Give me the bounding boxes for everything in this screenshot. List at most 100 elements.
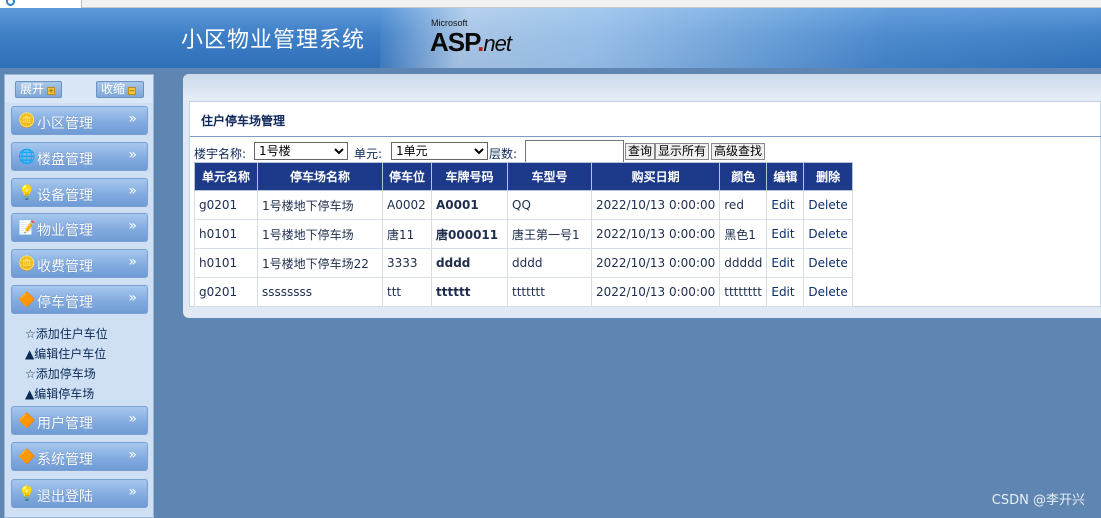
building-select[interactable]: 1号楼	[254, 142, 348, 160]
cell-unit-name: g0201	[194, 277, 258, 307]
shapes-icon: 🔶	[18, 413, 36, 429]
cell-space: 唐11	[381, 219, 433, 249]
sidebar-item-community[interactable]: 🪙 小区管理 »	[11, 106, 148, 135]
double-chevron-icon: »	[128, 254, 137, 270]
col-unit-name: 单元名称	[194, 162, 258, 191]
submenu-edit-parking-lot[interactable]: ▲编辑停车场	[25, 384, 108, 404]
edit-link[interactable]: Edit	[766, 248, 805, 278]
col-delete: 删除	[803, 162, 853, 191]
double-chevron-icon: »	[128, 411, 137, 427]
minus-icon: −	[128, 87, 137, 95]
system-title: 小区物业管理系统	[181, 28, 366, 53]
table-row: g0201 ssssssss ttt tttttt ttttttt 2022/1…	[194, 277, 853, 307]
delete-link[interactable]: Delete	[803, 277, 853, 307]
globe-icon: 🌐	[18, 149, 36, 165]
cell-purchase-date: 2022/10/13 0:00:00	[591, 277, 721, 307]
double-chevron-icon: »	[128, 447, 137, 463]
col-purchase-date: 购买日期	[591, 162, 721, 191]
coin-icon: 🪙	[18, 256, 36, 272]
expand-button[interactable]: 展开 +	[15, 81, 62, 98]
sidebar-item-fees[interactable]: 🪙 收费管理 »	[11, 249, 148, 278]
edit-link[interactable]: Edit	[766, 277, 805, 307]
submenu-edit-resident-space[interactable]: ▲编辑住户车位	[25, 344, 108, 364]
submenu-add-resident-space[interactable]: ☆添加住户车位	[25, 324, 108, 344]
advanced-search-button[interactable]: 高级查找	[711, 143, 766, 160]
page-title: 住户停车场管理	[201, 114, 286, 128]
sidebar-item-label: 设备管理	[37, 188, 93, 204]
aspnet-logo: Microsoft ASP.net	[430, 18, 530, 62]
col-plate: 车牌号码	[431, 162, 509, 191]
parking-table: 单元名称 停车场名称 停车位 车牌号码 车型号 购买日期 颜色 编辑 删除 g0…	[194, 162, 853, 307]
cell-color: tttttttt	[719, 277, 768, 307]
table-row: h0101 1号楼地下停车场 唐11 唐000011 唐王第一号1 2022/1…	[194, 219, 853, 249]
cell-space: A0002	[381, 190, 433, 220]
floor-input[interactable]	[525, 140, 624, 164]
sidebar-item-label: 系统管理	[37, 452, 93, 468]
cell-plate: A0001	[431, 190, 509, 220]
plus-icon: +	[47, 87, 56, 95]
watermark: CSDN @李开兴	[991, 493, 1085, 508]
double-chevron-icon: »	[128, 183, 137, 199]
shapes-icon: 🔶	[18, 449, 36, 465]
sidebar: 展开 + 收缩 − 🪙 小区管理 » 🌐 楼盘管理 » 💡 设备管理 » 📝 物业管…	[4, 74, 154, 518]
query-button[interactable]: 查询	[625, 143, 656, 160]
sidebar-item-parking[interactable]: 🔶 停车管理 »	[11, 285, 148, 314]
col-edit: 编辑	[766, 162, 805, 191]
double-chevron-icon: »	[128, 111, 137, 127]
cell-color: red	[719, 190, 768, 220]
floor-label: 层数:	[489, 147, 518, 161]
parking-submenu: ☆添加住户车位 ▲编辑住户车位 ☆添加停车场 ▲编辑停车场	[25, 324, 108, 404]
sidebar-item-label: 用户管理	[37, 416, 93, 432]
sidebar-item-system[interactable]: 🔶 系统管理 »	[11, 442, 148, 471]
sidebar-item-label: 小区管理	[37, 116, 93, 132]
cell-lot-name: 1号楼地下停车场	[257, 190, 383, 220]
edit-link[interactable]: Edit	[766, 190, 805, 220]
unit-select[interactable]: 1单元	[391, 142, 488, 160]
sidebar-item-buildings[interactable]: 🌐 楼盘管理 »	[11, 142, 148, 171]
panel-header-band	[183, 74, 1101, 100]
double-chevron-icon: »	[128, 484, 137, 500]
browser-tab-strip	[0, 0, 1101, 8]
sidebar-item-logout[interactable]: 💡 退出登陆 »	[11, 479, 148, 508]
browser-tab[interactable]	[0, 0, 82, 8]
cell-plate: 唐000011	[431, 219, 509, 249]
double-chevron-icon: »	[128, 147, 137, 163]
sidebar-item-label: 停车管理	[37, 295, 93, 311]
cell-color: 黑色1	[719, 219, 768, 249]
content-area: 住户停车场管理 楼宇名称: 1号楼 单元: 1单元 层数: 查询 显示所有 高级…	[189, 101, 1101, 307]
sidebar-toolbar: 展开 + 收缩 −	[5, 75, 153, 103]
unit-label: 单元:	[354, 147, 383, 161]
sidebar-item-label: 收费管理	[37, 259, 93, 275]
edit-link[interactable]: Edit	[766, 219, 805, 249]
cell-lot-name: 1号楼地下停车场22	[257, 248, 383, 278]
cell-model: dddd	[507, 248, 593, 278]
lightbulb-icon: 💡	[18, 185, 36, 201]
sidebar-item-users[interactable]: 🔶 用户管理 »	[11, 406, 148, 435]
sidebar-item-label: 楼盘管理	[37, 152, 93, 168]
submenu-add-parking-lot[interactable]: ☆添加停车场	[25, 364, 108, 384]
col-color: 颜色	[719, 162, 768, 191]
collapse-button[interactable]: 收缩 −	[96, 81, 144, 98]
show-all-button[interactable]: 显示所有	[655, 143, 710, 160]
edit-doc-icon: 📝	[18, 220, 36, 236]
table-row: h0101 1号楼地下停车场22 3333 dddd dddd 2022/10/…	[194, 248, 853, 278]
cell-unit-name: h0101	[194, 248, 258, 278]
logo-asp-text: ASP.net	[430, 27, 512, 57]
title-divider	[190, 136, 1101, 137]
delete-link[interactable]: Delete	[803, 248, 853, 278]
table-row: g0201 1号楼地下停车场 A0002 A0001 QQ 2022/10/13…	[194, 190, 853, 220]
delete-link[interactable]: Delete	[803, 219, 853, 249]
cell-space: 3333	[381, 248, 433, 278]
cell-lot-name: ssssssss	[257, 277, 383, 307]
filter-bar: 楼宇名称: 1号楼 单元: 1单元 层数: 查询 显示所有 高级查找	[194, 140, 1099, 164]
cell-model: ttttttt	[507, 277, 593, 307]
delete-link[interactable]: Delete	[803, 190, 853, 220]
page-header: 小区物业管理系统 Microsoft ASP.net	[0, 8, 1101, 68]
main-panel: 住户停车场管理 楼宇名称: 1号楼 单元: 1单元 层数: 查询 显示所有 高级…	[183, 74, 1101, 318]
cell-plate: dddd	[431, 248, 509, 278]
table-header-row: 单元名称 停车场名称 停车位 车牌号码 车型号 购买日期 颜色 编辑 删除	[194, 162, 853, 191]
building-label: 楼宇名称:	[194, 147, 247, 161]
sidebar-item-label: 退出登陆	[37, 489, 93, 505]
sidebar-item-equipment[interactable]: 💡 设备管理 »	[11, 178, 148, 207]
sidebar-item-property[interactable]: 📝 物业管理 »	[11, 213, 148, 242]
